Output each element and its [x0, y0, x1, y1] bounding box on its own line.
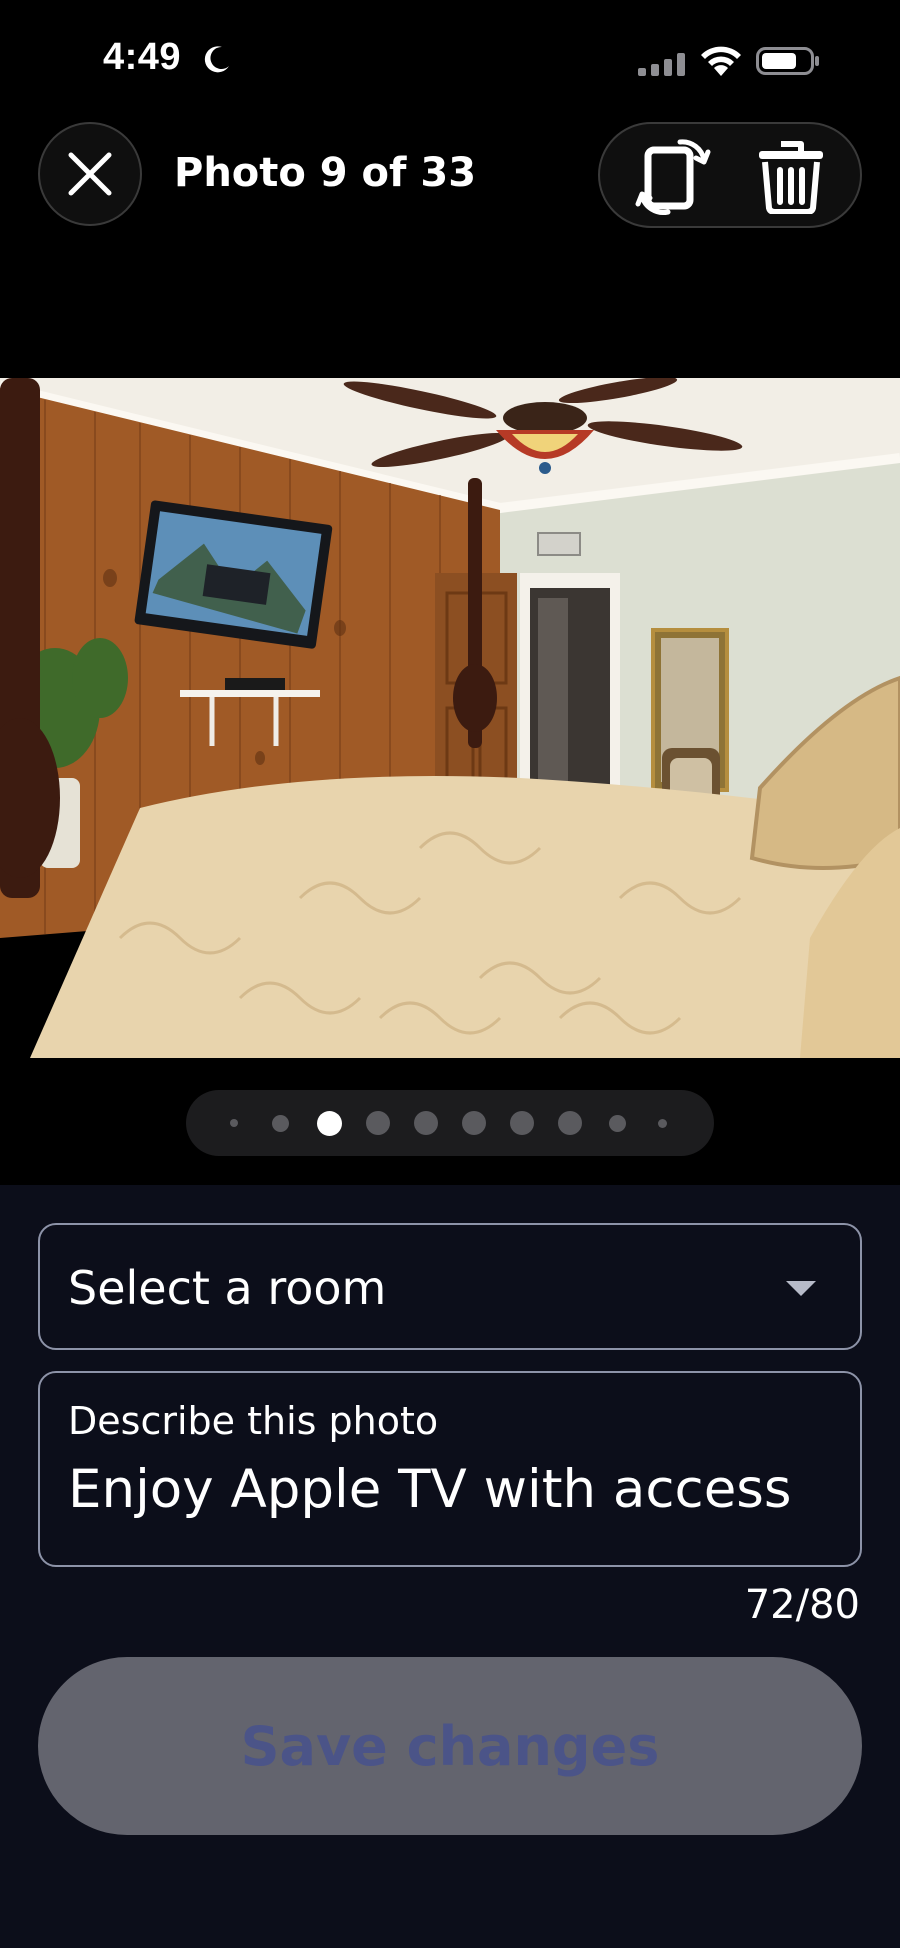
room-photo [0, 378, 900, 1058]
page-title: Photo 9 of 33 [174, 150, 477, 196]
description-label: Describe this photo [68, 1399, 439, 1443]
save-changes-label: Save changes [240, 1714, 660, 1778]
pager-dot[interactable] [272, 1115, 289, 1132]
pager-dot[interactable] [609, 1115, 626, 1132]
trash-icon[interactable] [755, 138, 827, 214]
photo-actions [598, 122, 862, 228]
pager-dot[interactable] [558, 1111, 582, 1135]
pager-dot[interactable] [414, 1111, 438, 1135]
room-select-value: Select a room [68, 1261, 387, 1315]
battery-icon [756, 47, 819, 75]
wifi-icon [701, 46, 741, 76]
rotate-icon[interactable] [634, 134, 714, 218]
bedroom-photo-image [0, 378, 900, 1058]
character-counter: 72/80 [744, 1582, 860, 1628]
pager-dot-active[interactable] [317, 1111, 342, 1136]
close-button[interactable] [38, 122, 142, 226]
photo-description-field[interactable]: Describe this photo Enjoy Apple TV with … [38, 1371, 862, 1567]
description-input[interactable]: Enjoy Apple TV with access [68, 1459, 858, 1520]
photo-viewer: 4:49 Photo 9 of 33 [0, 0, 900, 1185]
save-changes-button[interactable]: Save changes [38, 1657, 862, 1835]
pager-dot[interactable] [510, 1111, 534, 1135]
pager-dot[interactable] [462, 1111, 486, 1135]
signal-icon [638, 53, 685, 76]
room-select[interactable]: Select a room [38, 1223, 862, 1350]
moon-icon [204, 46, 229, 73]
chevron-down-icon [786, 1281, 816, 1296]
status-time: 4:49 [103, 36, 182, 78]
photo-pager[interactable] [186, 1090, 714, 1156]
pager-dot[interactable] [658, 1119, 667, 1128]
pager-dot[interactable] [230, 1119, 238, 1127]
pager-dot[interactable] [366, 1111, 390, 1135]
close-icon [68, 152, 112, 196]
photo-editor-screen: 4:49 Photo 9 of 33 Select a room Describ… [0, 0, 900, 1948]
